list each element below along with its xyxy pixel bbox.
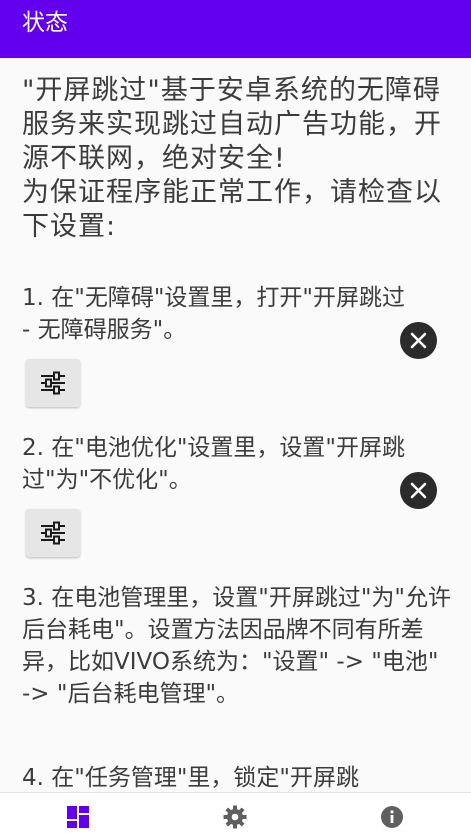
step-2-text: 2. 在"电池优化"设置里，设置"开屏跳过"为"不优化"。 bbox=[22, 435, 405, 493]
step-2-settings-button[interactable] bbox=[26, 509, 80, 557]
settings-sliders-icon bbox=[41, 371, 65, 395]
info-icon bbox=[381, 806, 403, 828]
close-icon bbox=[410, 482, 427, 499]
step-1-text: 1. 在"无障碍"设置里，打开"开屏跳过 - 无障碍服务"。 bbox=[22, 285, 405, 343]
step-4-text: 4. 在"任务管理"里，锁定"开屏跳 bbox=[22, 765, 359, 791]
nav-item-settings[interactable] bbox=[157, 793, 314, 833]
close-icon bbox=[410, 332, 427, 349]
step-3-text: 3. 在电池管理里，设置"开屏跳过"为"允许后台耗电"。设置方法因品牌不同有所差… bbox=[22, 585, 451, 707]
nav-item-status[interactable] bbox=[0, 793, 157, 833]
page-title: 状态 bbox=[22, 10, 68, 36]
app-bar: 状态 bbox=[0, 0, 471, 58]
settings-sliders-icon bbox=[41, 521, 65, 545]
bottom-navigation bbox=[0, 792, 471, 833]
gear-icon bbox=[223, 805, 247, 829]
intro-text: "开屏跳过"基于安卓系统的无障碍服务来实现跳过自动广告功能，开源不联网，绝对安全… bbox=[22, 75, 442, 242]
step-2-status-button[interactable] bbox=[400, 472, 437, 509]
nav-item-about[interactable] bbox=[314, 793, 471, 833]
status-content[interactable]: "开屏跳过"基于安卓系统的无障碍服务来实现跳过自动广告功能，开源不联网，绝对安全… bbox=[0, 58, 471, 792]
step-1-settings-button[interactable] bbox=[26, 359, 80, 407]
step-1-status-button[interactable] bbox=[400, 322, 437, 359]
dashboard-icon bbox=[67, 806, 89, 828]
